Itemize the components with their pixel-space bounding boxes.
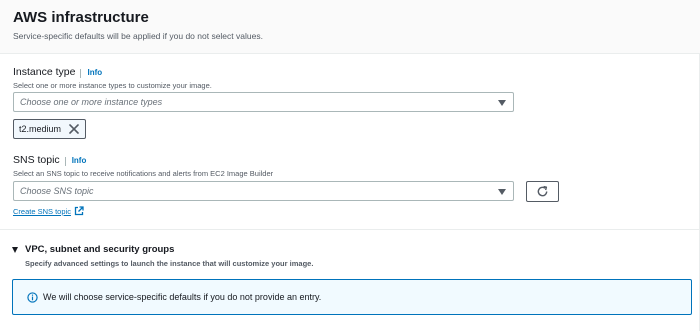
dropdown-caret-icon [498,100,506,106]
instance-type-label: Instance type [13,66,76,78]
instance-type-select[interactable]: Choose one or more instance types [13,92,514,112]
instance-type-placeholder: Choose one or more instance types [20,97,163,107]
defaults-info-alert: We will choose service-specific defaults… [12,279,692,315]
dropdown-caret-icon [498,189,506,195]
external-link-icon [74,206,84,216]
create-sns-topic-label: Create SNS topic [13,206,71,216]
vpc-expandable-header[interactable]: VPC, subnet and security groups [12,244,174,255]
refresh-button[interactable] [526,181,559,202]
aws-infrastructure-panel: AWS infrastructure Service-specific defa… [0,0,700,331]
section-description: Service-specific defaults will be applie… [13,31,263,41]
sns-topic-placeholder: Choose SNS topic [20,186,94,196]
alert-message: We will choose service-specific defaults… [43,292,322,302]
section-divider [0,229,700,230]
instance-type-label-row: Instance type Info [13,66,102,78]
sns-topic-select[interactable]: Choose SNS topic [13,181,514,201]
create-sns-topic-link[interactable]: Create SNS topic [13,206,84,216]
instance-type-token: t2.medium [13,119,86,139]
section-header: AWS infrastructure Service-specific defa… [0,0,700,54]
instance-type-info-link[interactable]: Info [80,68,102,78]
sns-topic-label: SNS topic [13,154,60,166]
sns-topic-info-link[interactable]: Info [64,156,86,166]
remove-token-icon[interactable] [68,123,80,135]
info-circle-icon [27,292,38,303]
section-title: AWS infrastructure [13,9,149,26]
instance-type-hint: Select one or more instance types to cus… [13,81,212,90]
sns-topic-label-row: SNS topic Info [13,154,86,166]
vpc-description: Specify advanced settings to launch the … [25,259,314,268]
token-label: t2.medium [19,124,62,134]
expand-caret-icon [12,246,18,253]
refresh-icon [537,185,548,197]
sns-topic-hint: Select an SNS topic to receive notificat… [13,169,274,178]
vpc-title: VPC, subnet and security groups [25,244,175,255]
